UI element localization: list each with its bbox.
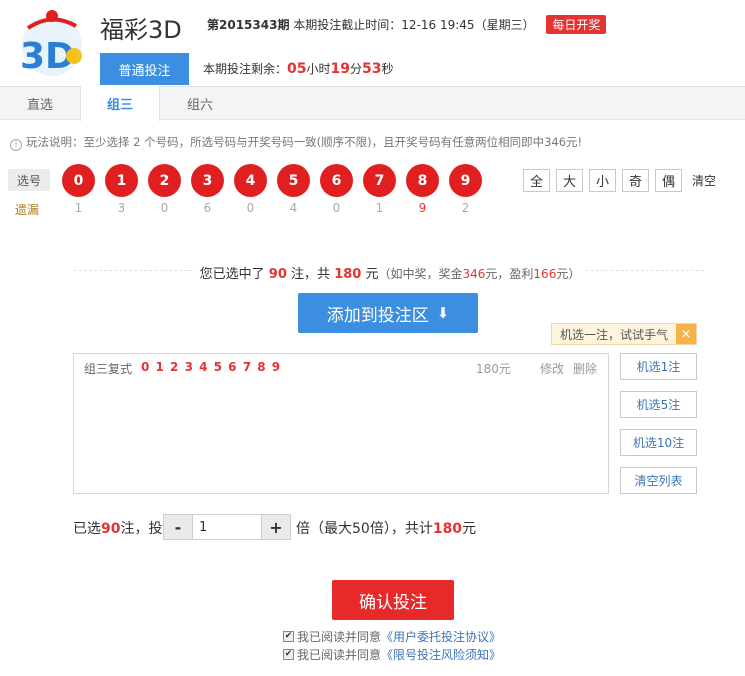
- multiplier-decrease-button[interactable]: -: [163, 514, 193, 540]
- deadline-value: 12-16 19:45（星期三）: [401, 18, 535, 32]
- countdown-seconds-unit: 秒: [381, 62, 394, 76]
- multiplier-prefix: 已选90注，投: [73, 518, 162, 538]
- bet-list-box: [73, 353, 609, 494]
- issue-number: 第2015343期: [207, 18, 290, 32]
- issue-info: 第2015343期 本期投注截止时间：12-16 19:45（星期三） 每日开奖: [207, 15, 607, 34]
- miss-count: 0: [332, 201, 341, 215]
- mult-tail-prefix: 倍（最大50倍），共计: [296, 521, 433, 537]
- summary-bets: 90: [268, 267, 287, 282]
- countdown: 本期投注剩余：05小时19分53秒: [203, 60, 394, 77]
- user-entrust-agreement-link[interactable]: 《用户委托投注协议》: [381, 628, 501, 645]
- countdown-label: 本期投注剩余：: [203, 62, 288, 76]
- miss-label: 遗漏: [15, 203, 40, 217]
- summary-detail-suffix: 元）: [556, 267, 581, 281]
- summary-prefix: 您已选中了: [199, 267, 265, 282]
- summary-profit: 166: [533, 267, 557, 281]
- selection-summary: 您已选中了 90 注，共 180 元（如中奖，奖金346元，盈利166元）: [0, 263, 745, 282]
- number-ball-0[interactable]: 0: [62, 164, 95, 197]
- mult-prefix-text: 已选: [73, 521, 101, 537]
- pick-label: 选号: [8, 169, 50, 191]
- tip-text: 机选一注，试试手气: [560, 327, 669, 342]
- info-icon: !: [10, 139, 22, 151]
- miss-count: 0: [160, 201, 169, 215]
- edit-bet-link[interactable]: 修改: [540, 360, 564, 377]
- summary-bets-unit: 注，共: [291, 267, 331, 282]
- random-5-button[interactable]: 机选5注: [620, 391, 697, 418]
- countdown-minutes-unit: 分: [350, 62, 363, 76]
- filter-big-button[interactable]: 大: [556, 169, 583, 192]
- random-10-button[interactable]: 机选10注: [620, 429, 697, 456]
- agreement-limit-risk: ✔ 我已阅读并同意 《限号投注风险须知》: [283, 646, 501, 663]
- miss-count: 1: [375, 201, 384, 215]
- normal-bet-tab[interactable]: 普通投注: [100, 53, 189, 85]
- bet-amount: 180元: [476, 362, 511, 376]
- multiplier-input[interactable]: [193, 514, 261, 540]
- tab-group-three[interactable]: 组三: [80, 86, 160, 121]
- number-ball-2[interactable]: 2: [148, 164, 181, 197]
- daily-draw-badge: 每日开奖: [546, 15, 607, 34]
- mult-total: 180: [432, 521, 463, 537]
- delete-bet-link[interactable]: 删除: [573, 360, 597, 377]
- countdown-seconds: 53: [362, 61, 382, 77]
- miss-count: 4: [289, 201, 298, 215]
- fucai-3d-logo: 3D: [20, 10, 82, 77]
- number-ball-5[interactable]: 5: [277, 164, 310, 197]
- summary-detail-prefix: （如中奖，奖金: [378, 267, 463, 281]
- random-pick-tip: 机选一注，试试手气 ×: [551, 323, 697, 345]
- agreement-checkbox[interactable]: ✔: [283, 649, 294, 660]
- bet-numbers: 0 1 2 3 4 5 6 7 8 9: [141, 360, 282, 374]
- summary-prize: 346: [462, 267, 486, 281]
- bet-type: 组三复式: [84, 362, 133, 376]
- deadline-label: 本期投注截止时间：: [293, 18, 402, 32]
- tab-direct[interactable]: 直选: [0, 86, 80, 120]
- number-ball-9[interactable]: 9: [449, 164, 482, 197]
- miss-count: 1: [74, 201, 83, 215]
- number-ball-1[interactable]: 1: [105, 164, 138, 197]
- miss-count: 3: [117, 201, 126, 215]
- agreement-user-entrust: ✔ 我已阅读并同意 《用户委托投注协议》: [283, 628, 501, 645]
- close-icon[interactable]: ×: [676, 324, 696, 344]
- miss-count: 9: [418, 201, 427, 215]
- countdown-hours-unit: 小时: [306, 62, 331, 76]
- clear-list-button[interactable]: 清空列表: [620, 467, 697, 494]
- countdown-minutes: 19: [330, 61, 350, 77]
- rules-description: 玩法说明：至少选择 2 个号码，所选号码与开奖号码一致(顺序不限)，且开奖号码有…: [26, 135, 583, 149]
- mult-mid-text: 注，投: [120, 521, 163, 537]
- number-ball-4[interactable]: 4: [234, 164, 267, 197]
- countdown-hours: 05: [287, 61, 307, 77]
- multiplier-total: 倍（最大50倍），共计180元: [296, 518, 476, 538]
- filter-all-button[interactable]: 全: [523, 169, 550, 192]
- agreement-prefix: 我已阅读并同意: [297, 648, 382, 662]
- filter-odd-button[interactable]: 奇: [622, 169, 649, 192]
- random-1-button[interactable]: 机选1注: [620, 353, 697, 380]
- rules-text: ! 玩法说明：至少选择 2 个号码，所选号码与开奖号码一致(顺序不限)，且开奖号码…: [10, 134, 582, 151]
- tab-group-six[interactable]: 组六: [160, 86, 240, 120]
- number-ball-3[interactable]: 3: [191, 164, 224, 197]
- add-to-bet-area-button[interactable]: 添加到投注区 ⬇: [298, 293, 478, 333]
- number-ball-7[interactable]: 7: [363, 164, 396, 197]
- clear-selection-button[interactable]: 清空: [692, 172, 716, 189]
- lottery-title: 福彩3D: [100, 16, 182, 44]
- agreement-checkbox[interactable]: ✔: [283, 631, 294, 642]
- add-button-label: 添加到投注区: [326, 305, 429, 326]
- arrow-down-icon: ⬇: [436, 304, 450, 322]
- filter-even-button[interactable]: 偶: [655, 169, 682, 192]
- summary-amount: 180: [334, 267, 362, 282]
- summary-detail: （如中奖，奖金346元，盈利166元）: [378, 267, 580, 281]
- number-ball-8[interactable]: 8: [406, 164, 439, 197]
- filter-small-button[interactable]: 小: [589, 169, 616, 192]
- limit-risk-notice-link[interactable]: 《限号投注风险须知》: [381, 646, 501, 663]
- summary-detail-mid: 元，盈利: [485, 267, 534, 281]
- mult-bets: 90: [101, 521, 121, 537]
- confirm-bet-button[interactable]: 确认投注: [332, 580, 454, 620]
- number-ball-6[interactable]: 6: [320, 164, 353, 197]
- miss-count: 0: [246, 201, 255, 215]
- multiplier-increase-button[interactable]: +: [261, 514, 291, 540]
- miss-count: 2: [461, 201, 470, 215]
- miss-count: 6: [203, 201, 212, 215]
- mult-tail-suffix: 元: [462, 521, 477, 537]
- agreement-prefix: 我已阅读并同意: [297, 630, 382, 644]
- summary-amount-unit: 元: [365, 267, 379, 282]
